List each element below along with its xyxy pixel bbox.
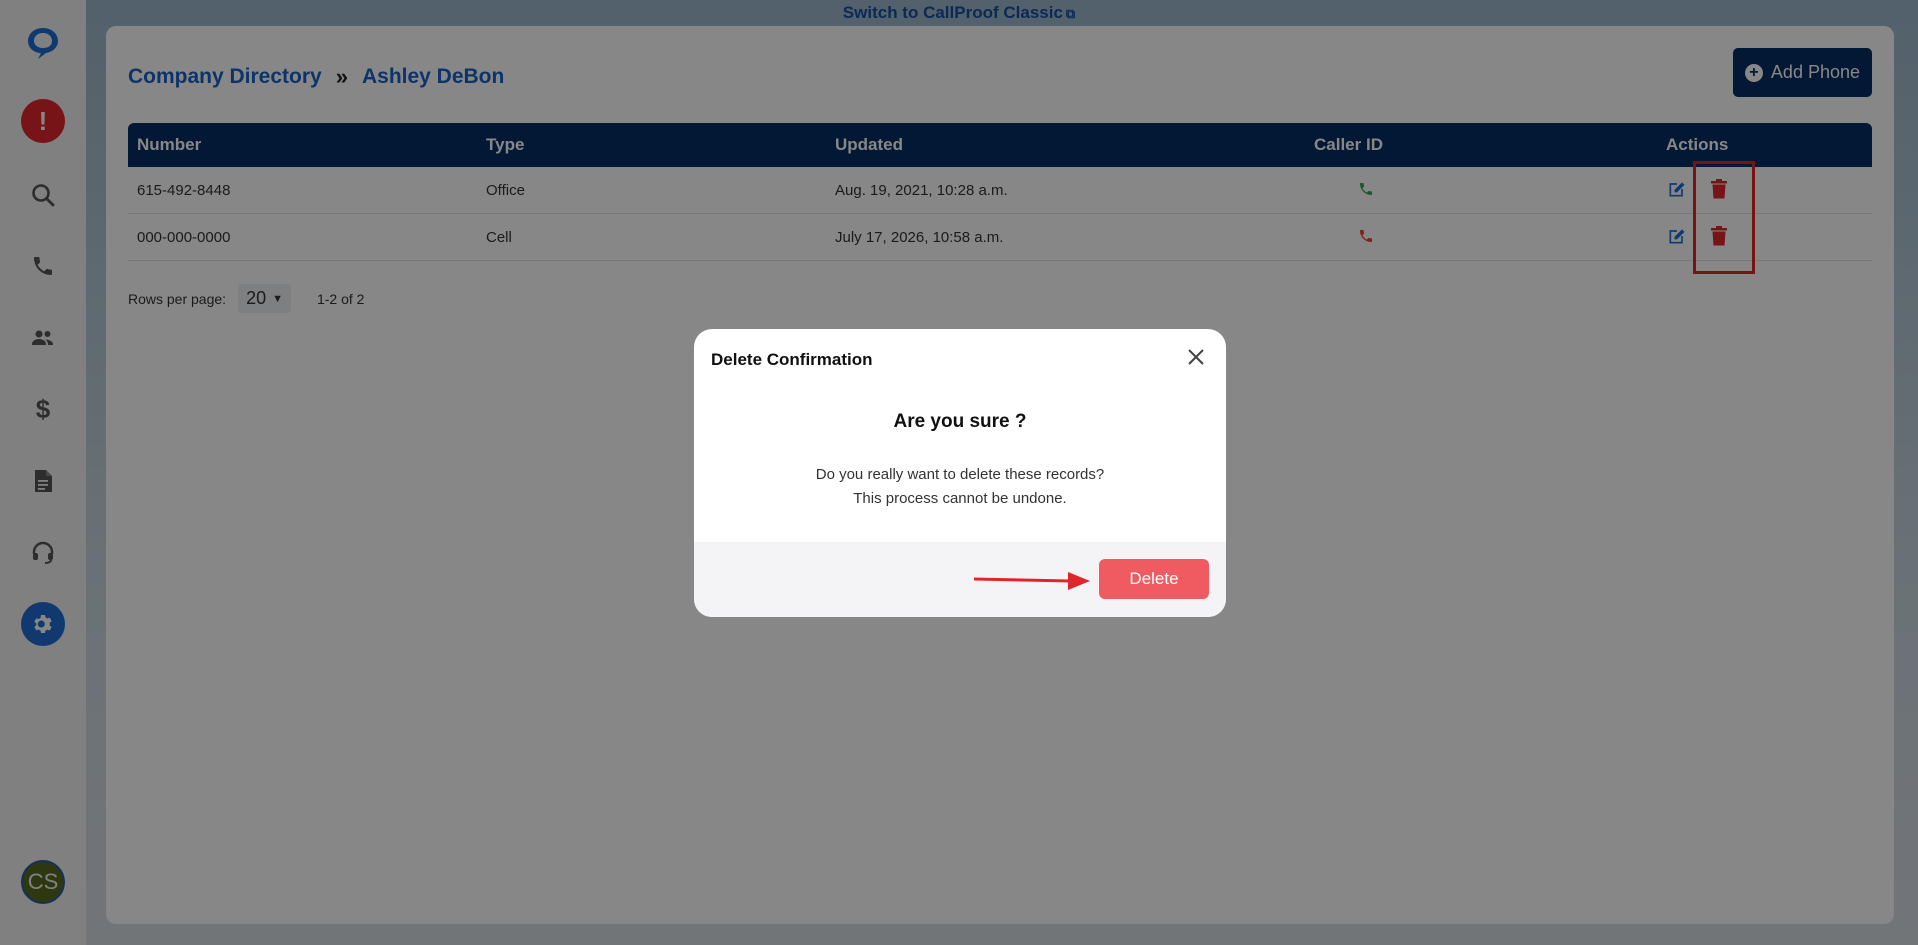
modal-body: Do you really want to delete these recor…	[694, 463, 1226, 511]
close-icon[interactable]	[1182, 343, 1210, 371]
modal-body-line1: Do you really want to delete these recor…	[815, 466, 1105, 483]
modal-footer: Delete	[694, 542, 1226, 617]
modal-heading: Are you sure ?	[893, 411, 1027, 432]
annotation-arrow-icon	[973, 572, 1090, 590]
modal-title: Delete Confirmation	[711, 350, 873, 369]
delete-button[interactable]: Delete	[1099, 559, 1209, 599]
delete-confirmation-modal: Delete Confirmation Are you sure ? Do yo…	[694, 329, 1226, 617]
modal-body-line2: This process cannot be undone.	[853, 490, 1067, 507]
